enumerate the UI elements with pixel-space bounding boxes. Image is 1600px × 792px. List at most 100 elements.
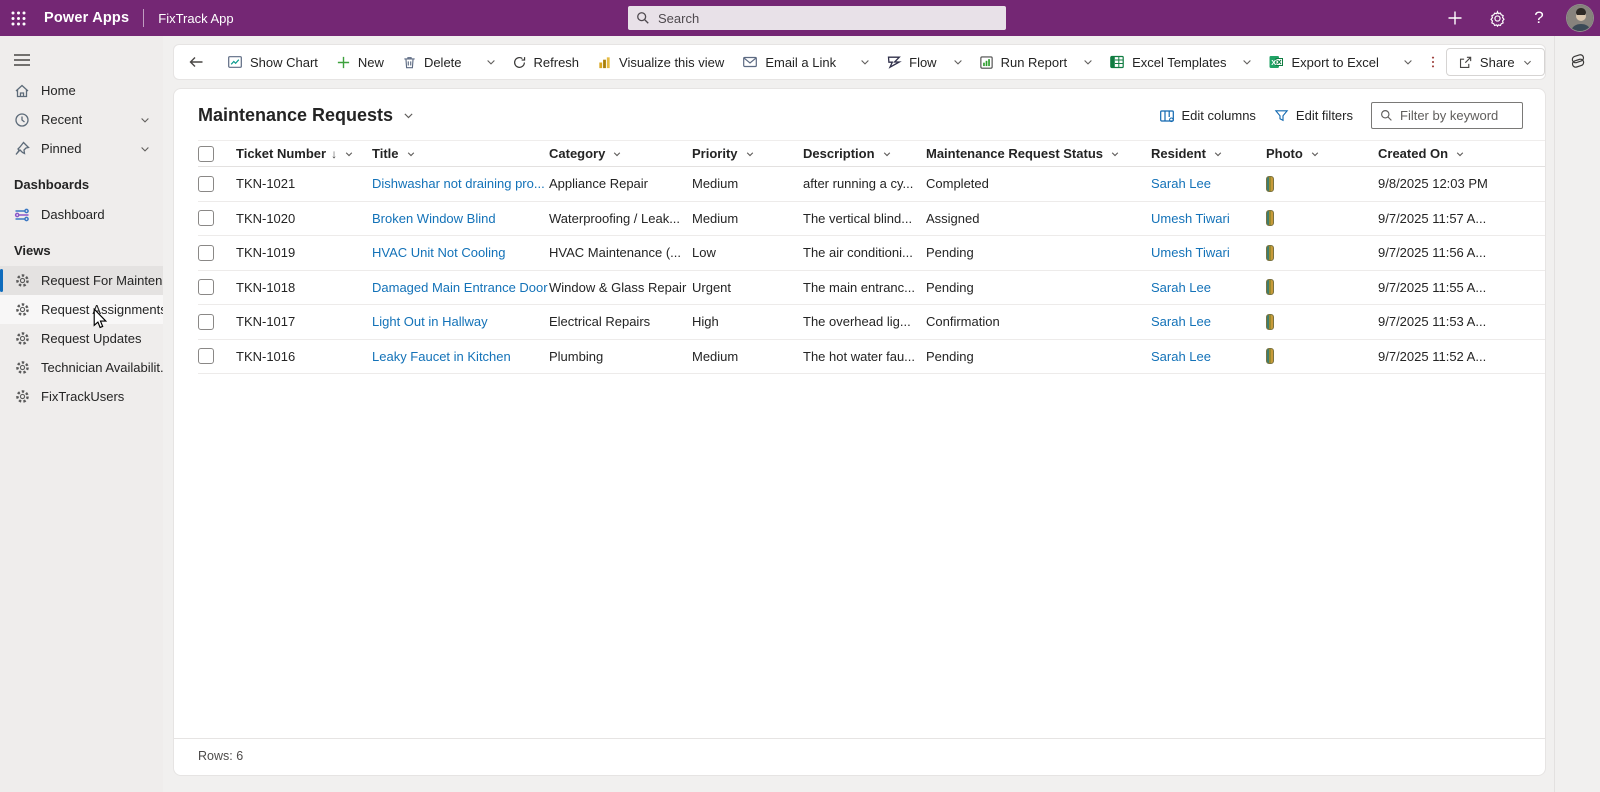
column-header-status[interactable]: Maintenance Request Status xyxy=(926,146,1151,161)
photo-thumbnail[interactable] xyxy=(1266,210,1274,227)
sidebar-view-request-for-maintenance[interactable]: Request For Mainten... xyxy=(0,266,163,295)
refresh-button[interactable]: Refresh xyxy=(503,48,589,76)
row-checkbox[interactable] xyxy=(198,175,214,192)
row-checkbox[interactable] xyxy=(198,313,214,330)
copilot-icon[interactable] xyxy=(1565,48,1591,74)
edit-filters-button[interactable]: Edit filters xyxy=(1274,108,1353,123)
photo-thumbnail[interactable] xyxy=(1266,313,1274,330)
pin-icon xyxy=(14,141,30,157)
table-row[interactable]: TKN-1018 Damaged Main Entrance Door Wind… xyxy=(198,271,1545,305)
status-cell: Confirmation xyxy=(926,314,1000,330)
keyword-filter-box[interactable] xyxy=(1371,102,1523,129)
title-link[interactable]: Broken Window Blind xyxy=(372,211,496,226)
edit-columns-button[interactable]: Edit columns xyxy=(1159,108,1256,124)
collapse-menu-icon[interactable] xyxy=(0,44,36,76)
keyword-filter-input[interactable] xyxy=(1400,108,1514,123)
more-commands-ellipsis-icon[interactable] xyxy=(1420,48,1446,76)
photo-thumbnail[interactable] xyxy=(1266,348,1274,365)
column-header-title[interactable]: Title xyxy=(372,146,549,161)
created-on-cell: 9/7/2025 11:57 A... xyxy=(1378,210,1487,226)
title-link[interactable]: Leaky Faucet in Kitchen xyxy=(372,349,511,364)
email-link-button[interactable]: Email a Link xyxy=(733,48,845,76)
run-report-button[interactable]: Run Report xyxy=(970,48,1076,76)
column-header-created-on[interactable]: Created On xyxy=(1378,146,1528,161)
resident-link[interactable]: Umesh Tiwari xyxy=(1151,211,1230,226)
resident-link[interactable]: Sarah Lee xyxy=(1151,314,1211,329)
sidebar-view-technician-availability[interactable]: Technician Availabilit... xyxy=(0,353,163,382)
flow-button[interactable]: Flow xyxy=(877,48,945,76)
sidebar-view-request-updates[interactable]: Request Updates xyxy=(0,324,163,353)
row-checkbox[interactable] xyxy=(198,348,214,365)
select-all-checkbox[interactable] xyxy=(198,145,214,162)
ticket-number-cell: TKN-1018 xyxy=(236,279,296,295)
photo-thumbnail[interactable] xyxy=(1266,244,1274,261)
excel-templates-chevron-icon[interactable] xyxy=(1235,48,1259,76)
export-overflow-chevron-icon[interactable] xyxy=(1396,48,1420,76)
row-checkbox[interactable] xyxy=(198,210,214,227)
sidebar-item-label: Request For Mainten... xyxy=(41,273,163,288)
title-link[interactable]: Dishwashar not draining pro... xyxy=(372,176,545,191)
table-row[interactable]: TKN-1017 Light Out in Hallway Electrical… xyxy=(198,305,1545,340)
command-label: Email a Link xyxy=(765,54,837,70)
command-label: Flow xyxy=(909,54,937,70)
chevron-down-icon[interactable] xyxy=(139,114,151,126)
row-checkbox[interactable] xyxy=(198,279,214,296)
title-link[interactable]: Damaged Main Entrance Door xyxy=(372,280,548,295)
share-button[interactable]: Share xyxy=(1445,48,1545,76)
run-report-chevron-icon[interactable] xyxy=(1076,48,1100,76)
row-checkbox[interactable] xyxy=(198,244,214,261)
photo-thumbnail[interactable] xyxy=(1266,175,1274,192)
category-cell: Electrical Repairs xyxy=(549,314,651,330)
delete-overflow-chevron-icon[interactable] xyxy=(479,48,503,76)
column-header-photo[interactable]: Photo xyxy=(1266,146,1378,161)
email-overflow-chevron-icon[interactable] xyxy=(853,48,877,76)
sidebar-view-fixtrackusers[interactable]: FixTrackUsers xyxy=(0,382,163,411)
new-session-plus-icon[interactable] xyxy=(1440,3,1470,33)
column-header-description[interactable]: Description xyxy=(803,146,926,161)
global-search[interactable] xyxy=(628,6,1006,30)
resident-link[interactable]: Sarah Lee xyxy=(1151,280,1211,295)
sidebar-item-home[interactable]: Home xyxy=(0,76,163,105)
resident-link[interactable]: Sarah Lee xyxy=(1151,176,1211,191)
search-input[interactable] xyxy=(658,10,998,26)
resident-link[interactable]: Sarah Lee xyxy=(1151,349,1211,364)
user-avatar[interactable] xyxy=(1566,4,1594,32)
column-header-ticket-number[interactable]: Ticket Number ↓ xyxy=(236,146,372,161)
command-label: Delete xyxy=(423,54,462,70)
description-cell: The air conditioni... xyxy=(803,245,913,261)
column-header-priority[interactable]: Priority xyxy=(692,146,803,161)
table-row[interactable]: TKN-1021 Dishwashar not draining pro... … xyxy=(198,167,1545,202)
table-row[interactable]: TKN-1016 Leaky Faucet in Kitchen Plumbin… xyxy=(198,340,1545,374)
column-header-resident[interactable]: Resident xyxy=(1151,146,1266,161)
column-label: Priority xyxy=(692,146,738,161)
new-button[interactable]: New xyxy=(327,48,393,76)
help-icon[interactable]: ? xyxy=(1524,3,1554,33)
show-chart-button[interactable]: Show Chart xyxy=(218,48,327,76)
table-row[interactable]: TKN-1019 HVAC Unit Not Cooling HVAC Main… xyxy=(198,236,1545,271)
flow-chevron-icon[interactable] xyxy=(946,48,970,76)
sidebar-item-pinned[interactable]: Pinned xyxy=(0,134,163,163)
app-launcher-waffle-icon[interactable] xyxy=(0,0,36,36)
back-button[interactable] xyxy=(182,48,210,76)
resident-link[interactable]: Umesh Tiwari xyxy=(1151,245,1230,260)
title-link[interactable]: HVAC Unit Not Cooling xyxy=(372,245,505,260)
table-row[interactable]: TKN-1020 Broken Window Blind Waterproofi… xyxy=(198,202,1545,236)
sidebar-view-request-assignments[interactable]: Request Assignments xyxy=(0,295,163,324)
excel-templates-button[interactable]: Excel Templates xyxy=(1100,48,1235,76)
ticket-number-cell: TKN-1021 xyxy=(236,176,296,192)
delete-button[interactable]: Delete xyxy=(393,48,471,76)
visualize-view-button[interactable]: Visualize this view xyxy=(588,48,733,76)
settings-gear-icon[interactable] xyxy=(1482,3,1512,33)
sidebar-item-recent[interactable]: Recent xyxy=(0,105,163,134)
sidebar-item-dashboard[interactable]: Dashboard xyxy=(0,200,163,229)
chevron-down-icon[interactable] xyxy=(139,143,151,155)
photo-thumbnail[interactable] xyxy=(1266,279,1274,296)
export-to-excel-button[interactable]: X Export to Excel xyxy=(1259,48,1387,76)
chevron-down-icon xyxy=(406,149,416,159)
app-name[interactable]: FixTrack App xyxy=(158,11,233,26)
view-selector[interactable]: Maintenance Requests xyxy=(198,105,415,126)
title-link[interactable]: Light Out in Hallway xyxy=(372,314,488,329)
created-on-cell: 9/7/2025 11:56 A... xyxy=(1378,245,1487,261)
column-header-category[interactable]: Category xyxy=(549,146,692,161)
entity-gear-icon xyxy=(14,389,30,405)
